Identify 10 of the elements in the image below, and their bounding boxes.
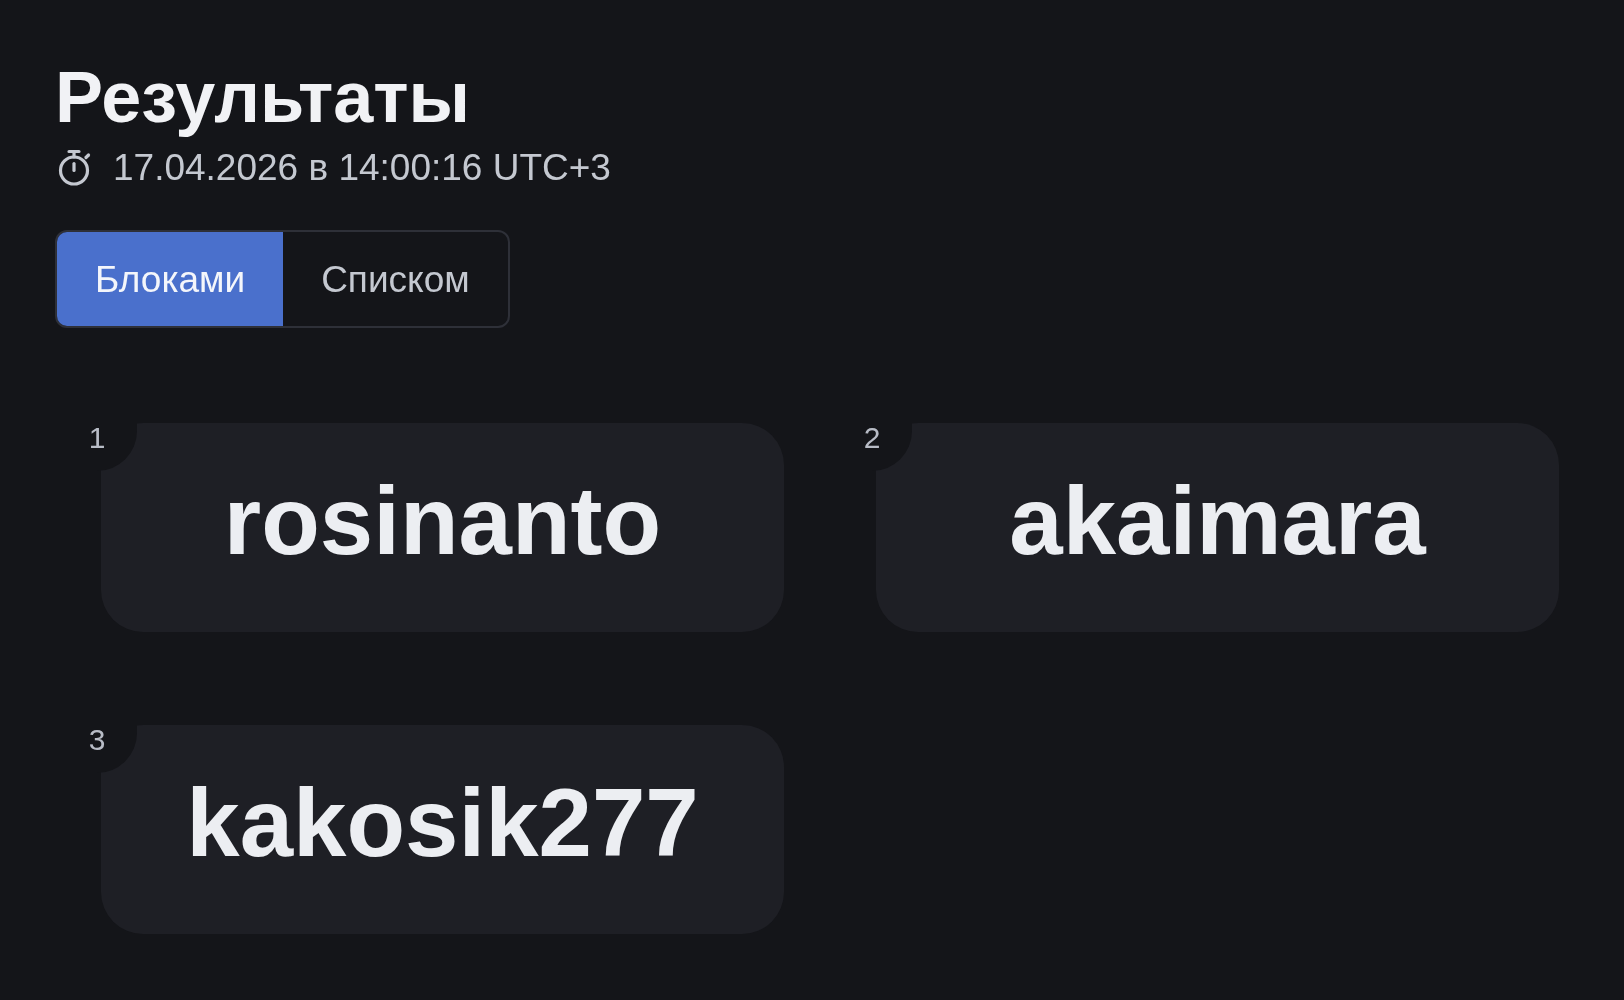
- rank-number: 1: [88, 423, 106, 453]
- rank-number: 3: [88, 725, 106, 755]
- username: kakosik277: [186, 774, 699, 871]
- username: rosinanto: [223, 472, 662, 569]
- username: akaimara: [1009, 472, 1426, 569]
- timestamp: 17.04.2026 в 14:00:16 UTC+3: [113, 149, 611, 186]
- rank-number: 2: [863, 423, 881, 453]
- stopwatch-icon: [57, 149, 91, 186]
- view-tab[interactable]: Блоками: [57, 232, 284, 326]
- view-tab[interactable]: Списком: [283, 232, 508, 326]
